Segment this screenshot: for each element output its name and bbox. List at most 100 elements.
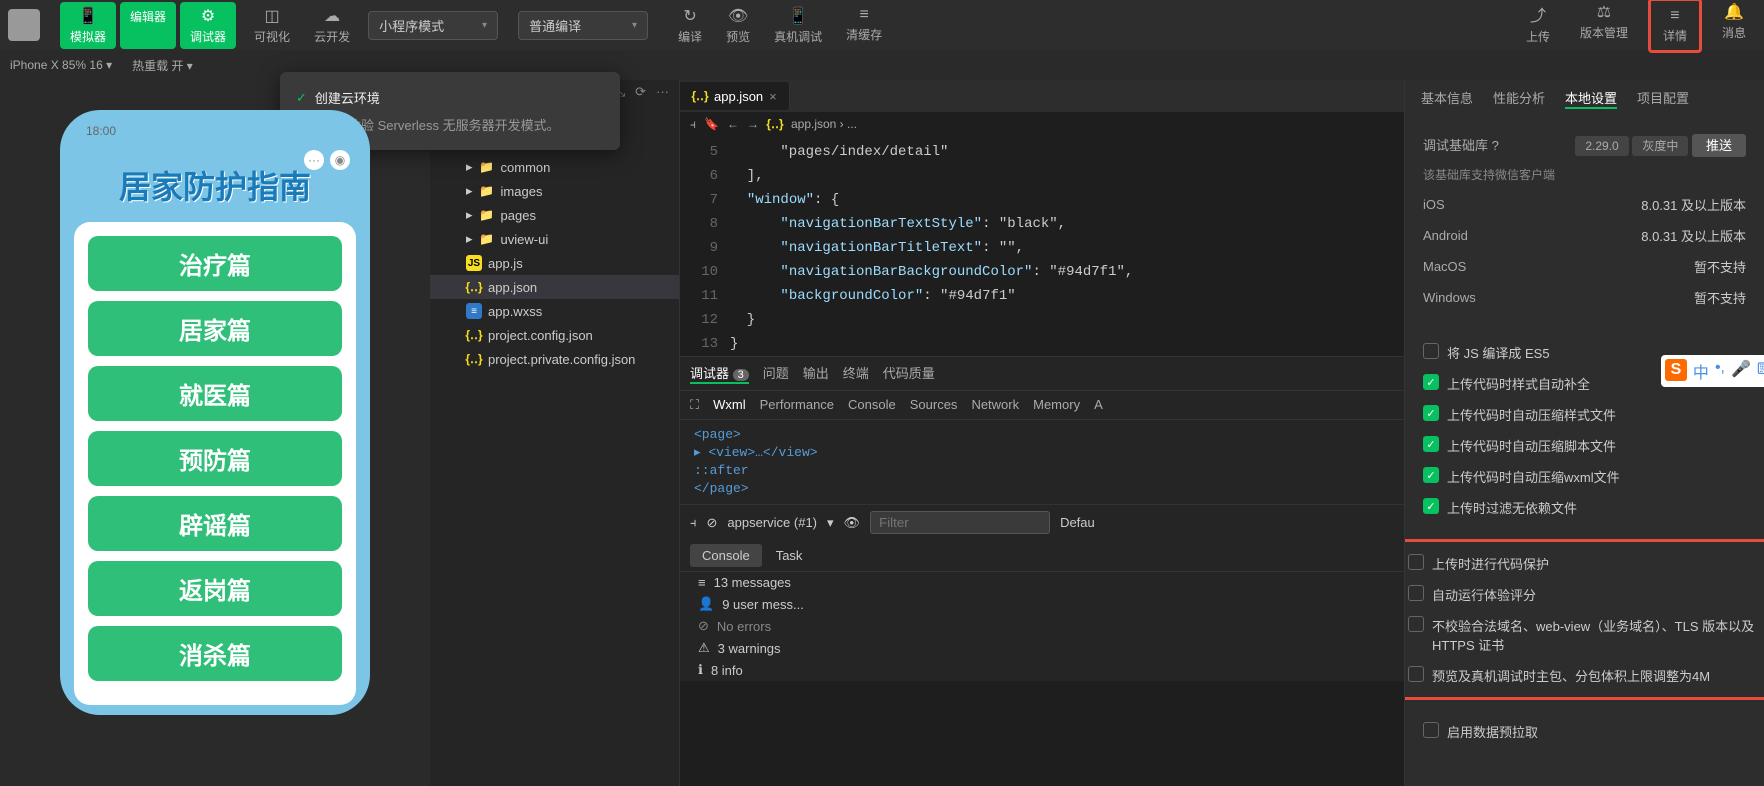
console-message[interactable]: ⚠3 warnings <box>680 637 1404 659</box>
menu-item[interactable]: 治疗篇 <box>88 236 342 291</box>
avatar[interactable] <box>8 9 40 41</box>
split-editor-icon[interactable]: ⫞ <box>690 117 696 132</box>
setting-checkbox[interactable]: 预览及真机调试时主包、分包体积上限调整为4M <box>1408 660 1761 691</box>
ime-mic-icon[interactable]: 🎤 <box>1731 359 1751 383</box>
toolbar-编译[interactable]: ↻编译 <box>668 2 712 49</box>
toolbar-预览[interactable]: 👁预览 <box>716 2 760 49</box>
setting-checkbox[interactable]: 启用数据预拉取 <box>1423 716 1746 747</box>
mode-select[interactable]: 小程序模式▾ <box>368 11 498 40</box>
devtools-tab-Wxml[interactable]: Wxml <box>713 397 746 413</box>
setting-checkbox[interactable]: 自动运行体验评分 <box>1408 579 1761 610</box>
menu-item[interactable]: 居家篇 <box>88 301 342 356</box>
ime-toolbar[interactable]: S 中 •, 🎤 ⌨ <box>1661 355 1764 387</box>
menu-item[interactable]: 预防篇 <box>88 431 342 486</box>
setting-checkbox[interactable]: ✓上传代码时自动压缩wxml文件 <box>1423 461 1746 492</box>
default-levels[interactable]: Defau <box>1060 515 1095 530</box>
console-tab-Task[interactable]: Task <box>764 544 815 567</box>
checkbox-icon[interactable] <box>1408 554 1424 570</box>
push-button[interactable]: 推送 <box>1692 134 1746 157</box>
details-tab-本地设置[interactable]: 本地设置 <box>1565 88 1617 109</box>
console-message[interactable]: 👤9 user mess... <box>680 593 1404 615</box>
menu-item[interactable]: 返岗篇 <box>88 561 342 616</box>
setting-checkbox[interactable]: 上传时进行代码保护 <box>1408 548 1761 579</box>
editor-tab-appjson[interactable]: {‥} app.json × <box>680 82 790 110</box>
capsule-buttons[interactable]: ··· ◉ <box>304 150 350 170</box>
file-app.js[interactable]: JSapp.js <box>430 251 679 275</box>
toggle-sidebar-icon[interactable]: ⫞ <box>690 515 697 531</box>
bookmark-icon[interactable]: 🔖 <box>704 117 719 131</box>
details-tab-性能分析[interactable]: 性能分析 <box>1493 88 1545 109</box>
checkbox-icon[interactable] <box>1423 343 1439 359</box>
more-icon[interactable]: ··· <box>304 150 324 170</box>
toolbar-版本管理[interactable]: ⚖版本管理 <box>1570 0 1638 53</box>
toolbar-清缓存[interactable]: ≡清缓存 <box>836 2 892 49</box>
devtools-tab-Performance[interactable]: Performance <box>760 397 834 413</box>
devtools-tab-Network[interactable]: Network <box>971 397 1019 413</box>
toolbar-模拟器[interactable]: 📱模拟器 <box>60 2 116 49</box>
ime-keyboard-icon[interactable]: ⌨ <box>1757 359 1764 383</box>
devtools-tab-A[interactable]: A <box>1094 397 1103 413</box>
more-icon[interactable]: ··· <box>656 84 669 100</box>
close-icon[interactable]: × <box>769 89 777 104</box>
console-message[interactable]: ⊘No errors <box>680 615 1404 637</box>
filter-input[interactable] <box>870 511 1050 534</box>
wxml-tree[interactable]: <page>▸ <view>…</view> ::after</page> <box>680 420 1404 504</box>
file-images[interactable]: ▸📁images <box>430 179 679 203</box>
checkbox-icon[interactable] <box>1423 722 1439 738</box>
checkbox-icon[interactable]: ✓ <box>1423 405 1439 421</box>
devtools-tab-Console[interactable]: Console <box>848 397 896 413</box>
breadcrumb[interactable]: app.json › ... <box>791 117 857 131</box>
file-pages[interactable]: ▸📁pages <box>430 203 679 227</box>
devtools-tab-Memory[interactable]: Memory <box>1033 397 1080 413</box>
back-icon[interactable]: ← <box>727 117 739 131</box>
checkbox-icon[interactable]: ✓ <box>1423 374 1439 390</box>
menu-item[interactable]: 就医篇 <box>88 366 342 421</box>
toolbar-云开发[interactable]: ☁云开发 <box>304 2 360 49</box>
ime-emoji-icon[interactable]: •, <box>1715 359 1725 383</box>
checkbox-icon[interactable]: ✓ <box>1423 467 1439 483</box>
setting-checkbox[interactable]: ✓上传时过滤无依赖文件 <box>1423 492 1746 523</box>
console-message[interactable]: ℹ8 info <box>680 659 1404 681</box>
compile-select[interactable]: 普通编译▾ <box>518 11 648 40</box>
toolbar-上传[interactable]: ⤴上传 <box>1516 0 1560 53</box>
menu-item[interactable]: 辟谣篇 <box>88 496 342 551</box>
checkbox-icon[interactable] <box>1408 616 1424 632</box>
toolbar-调试器[interactable]: ⚙调试器 <box>180 2 236 49</box>
target-icon[interactable]: ◉ <box>330 150 350 170</box>
file-app.json[interactable]: {‥}app.json <box>430 275 679 299</box>
forward-icon[interactable]: → <box>747 117 759 131</box>
toolbar-消息[interactable]: 🔔消息 <box>1712 0 1756 53</box>
file-uview-ui[interactable]: ▸📁uview-ui <box>430 227 679 251</box>
menu-item[interactable]: 消杀篇 <box>88 626 342 681</box>
console-tab-Console[interactable]: Console <box>690 544 762 567</box>
device-select[interactable]: iPhone X 85% 16 ▾ <box>10 58 112 72</box>
eye-icon[interactable]: 👁 <box>844 515 861 531</box>
file-app.wxss[interactable]: ≡app.wxss <box>430 299 679 323</box>
setting-checkbox[interactable]: ✓上传代码时自动压缩脚本文件 <box>1423 430 1746 461</box>
dbg-tab-代码质量[interactable]: 代码质量 <box>883 363 935 384</box>
devtools-tab-Sources[interactable]: Sources <box>910 397 958 413</box>
file-project.config.json[interactable]: {‥}project.config.json <box>430 323 679 347</box>
file-project.private.config.json[interactable]: {‥}project.private.config.json <box>430 347 679 371</box>
dbg-tab-终端[interactable]: 终端 <box>843 363 869 384</box>
toolbar-真机调试[interactable]: 📱真机调试 <box>764 2 832 49</box>
details-tab-项目配置[interactable]: 项目配置 <box>1637 88 1689 109</box>
file-common[interactable]: ▸📁common <box>430 155 679 179</box>
toolbar-可视化[interactable]: ◫可视化 <box>244 2 300 49</box>
checkbox-icon[interactable]: ✓ <box>1423 498 1439 514</box>
setting-checkbox[interactable]: 不校验合法域名、web-view（业务域名）、TLS 版本以及 HTTPS 证书 <box>1408 610 1761 660</box>
explorer-action-icon[interactable]: ⟳ <box>635 84 646 100</box>
setting-checkbox[interactable]: ✓上传代码时自动压缩样式文件 <box>1423 399 1746 430</box>
sogou-icon[interactable]: S <box>1665 359 1687 381</box>
inspect-icon[interactable]: ⛶ <box>690 397 699 413</box>
checkbox-icon[interactable] <box>1408 666 1424 682</box>
clear-icon[interactable]: ⊘ <box>707 515 718 531</box>
checkbox-icon[interactable]: ✓ <box>1423 436 1439 452</box>
help-icon[interactable]: ? <box>1492 138 1499 153</box>
toolbar-编辑器[interactable]: 编辑器 <box>120 2 176 49</box>
code-editor[interactable]: 5678910111213 "pages/index/detail" ], "w… <box>680 136 1404 356</box>
dbg-tab-调试器[interactable]: 调试器 3 <box>690 363 749 384</box>
dbg-tab-问题[interactable]: 问题 <box>763 363 789 384</box>
details-tab-基本信息[interactable]: 基本信息 <box>1421 88 1473 109</box>
ime-lang-icon[interactable]: 中 <box>1693 359 1709 383</box>
